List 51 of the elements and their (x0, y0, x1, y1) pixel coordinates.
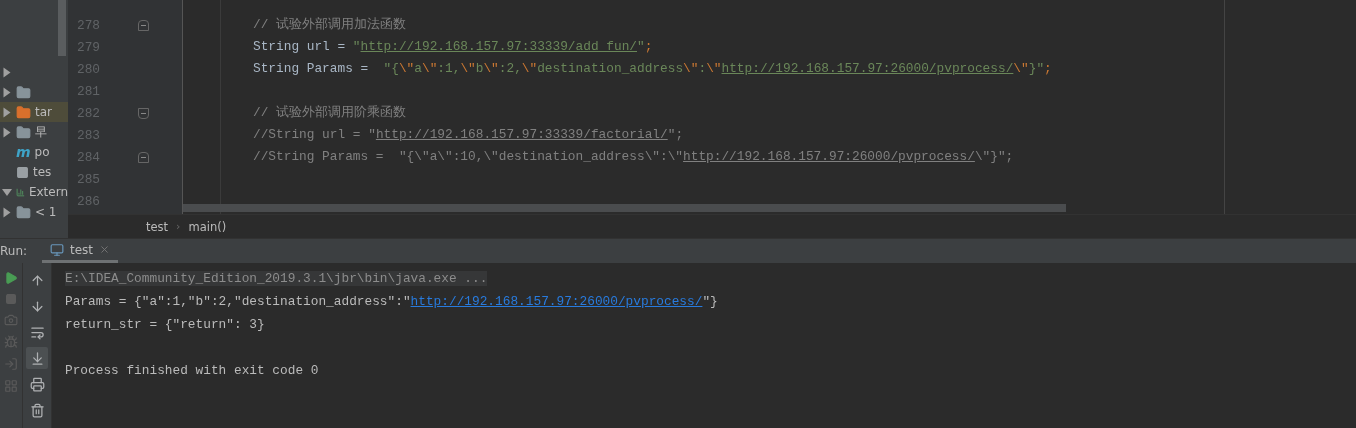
expand-arrow-icon[interactable] (3, 107, 11, 117)
expand-arrow-icon[interactable] (3, 67, 11, 77)
scroll-to-end-button[interactable] (26, 347, 48, 369)
tree-item[interactable]: tar (0, 102, 68, 122)
fold-icon[interactable] (138, 107, 149, 119)
code-line: // 试验外部调用阶乘函数 (252, 104, 408, 122)
tree-item[interactable]: 早 (0, 122, 68, 142)
folder-icon (16, 204, 31, 220)
folder-icon (16, 104, 31, 120)
folder-icon (16, 124, 31, 140)
wrap-icon (29, 324, 45, 340)
console-link[interactable]: http://192.168.157.97:26000/pvprocess/ (410, 294, 703, 309)
close-icon[interactable] (99, 244, 111, 255)
console-line: return_str = {"return": 3} (65, 317, 265, 332)
expand-arrow-icon[interactable] (3, 127, 11, 137)
fold-icon[interactable] (138, 151, 149, 163)
code-line: //String Params = "{\"a\":10,\"destination_address\":\"http://192.168.157.97:26000/pvprocess/\"}"; (252, 148, 1015, 166)
console-command: E:\IDEA_Community_Edition_2019.3.1\jbr\bin\java.exe ... (65, 271, 488, 286)
folder-icon (16, 84, 31, 100)
breadcrumb[interactable]: main() (188, 219, 227, 234)
scrollbar[interactable] (183, 204, 1066, 213)
tree-item-label: tar (35, 105, 52, 119)
breadcrumb[interactable]: test (146, 219, 169, 234)
console-line: Params = {"a":1,"b":2,"destination_address":"http://192.168.157.97:26000/pvprocess/"} (65, 294, 718, 309)
tree-item-label: Extern (28, 185, 68, 199)
code-line: // 试验外部调用加法函数 (252, 16, 408, 34)
fold-icon[interactable] (138, 19, 149, 31)
code-line: String Params = "{\"a\":1,\"b\":2,\"destination_address\":\"http://192.168.157.97:26000/pvprocess/\"}"; (252, 60, 1053, 78)
chevron-icon: › (176, 220, 181, 234)
expand-arrow-icon[interactable] (2, 188, 12, 196)
tree-item[interactable]: tes (0, 162, 68, 182)
tree-item[interactable]: m po (0, 142, 68, 162)
down-arrow-icon (29, 298, 45, 314)
console-icon (50, 242, 64, 257)
run-label: Run: (0, 244, 29, 258)
tree-item[interactable]: < 1 (0, 202, 68, 222)
tree-item[interactable]: Extern (0, 182, 68, 202)
tree-item-label: 早 (35, 123, 47, 141)
console-line: Process finished with exit code 0 (65, 363, 319, 378)
expand-arrow-icon[interactable] (3, 207, 11, 217)
file-icon (16, 165, 29, 179)
code-line: //String url = "http://192.168.157.97:33339/factorial/"; (252, 126, 685, 144)
tree-item-label: < 1 (35, 205, 57, 219)
code-line: String url = "http://192.168.157.97:33339/add_fun/"; (252, 38, 654, 56)
tree-item-label: tes (33, 165, 52, 179)
play-icon[interactable] (4, 271, 18, 285)
tree-item-label: po (34, 145, 50, 159)
printer-icon (29, 376, 45, 392)
maven-icon: m (16, 144, 31, 160)
trash-icon (29, 402, 45, 418)
scrollbar[interactable] (58, 0, 66, 56)
